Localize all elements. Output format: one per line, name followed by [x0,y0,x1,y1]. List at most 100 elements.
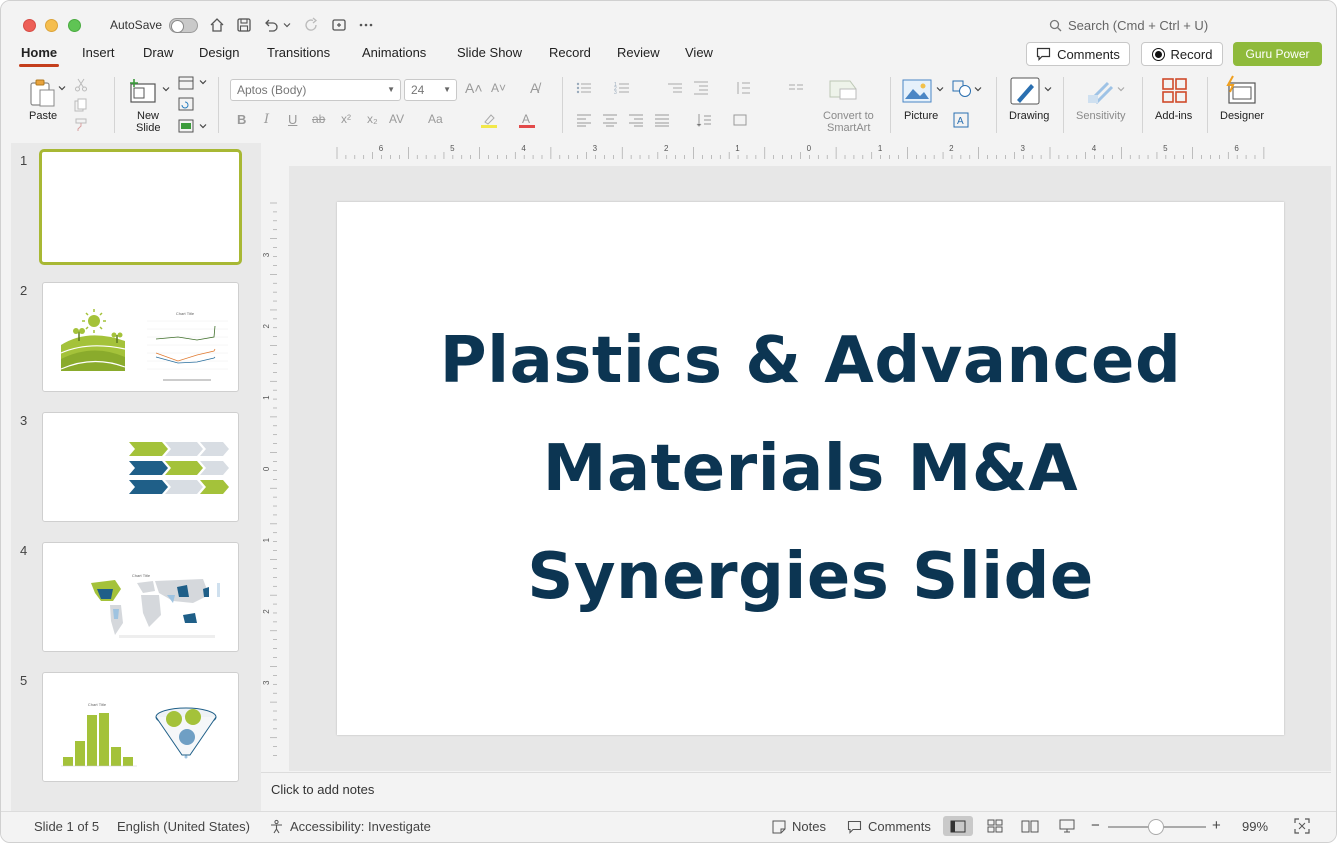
tab-transitions[interactable]: Transitions [267,45,330,60]
tab-view[interactable]: View [685,45,713,60]
tab-slide-show[interactable]: Slide Show [457,45,522,60]
copy-icon[interactable] [73,97,89,113]
tab-home[interactable]: Home [18,45,60,67]
shapes-dropdown-icon[interactable] [974,85,982,93]
font-color-icon[interactable]: A [517,111,537,129]
comments-button[interactable]: Comments [1026,42,1130,66]
drawing-icon[interactable] [1008,75,1042,107]
present-icon[interactable] [330,16,348,34]
minimize-window-button[interactable] [45,19,58,32]
accessibility-icon [271,819,282,834]
slide-title[interactable]: Plastics & Advanced Materials M&A Synerg… [411,307,1211,631]
slide-thumbnail-4[interactable]: Chart Title [42,542,239,652]
shapes-icon[interactable] [951,79,973,99]
undo-icon[interactable] [262,16,280,34]
cut-icon[interactable] [73,77,89,93]
justify-icon[interactable] [653,112,671,128]
redo-icon[interactable] [303,16,321,34]
text-direction-icon[interactable] [695,112,713,128]
new-slide-icon[interactable] [127,76,159,108]
paste-dropdown-icon[interactable] [58,84,66,92]
text-box-icon[interactable]: A [952,111,970,129]
smartart-icon[interactable] [827,78,861,102]
section-dropdown-icon[interactable] [199,122,207,130]
align-center-icon[interactable] [601,112,619,128]
new-slide-dropdown-icon[interactable] [162,85,170,93]
strikethrough-icon[interactable]: ab [312,112,325,126]
picture-icon[interactable] [901,77,933,105]
bullets-icon[interactable] [575,80,593,96]
close-window-button[interactable] [23,19,36,32]
decrease-font-icon[interactable]: A˅ [491,81,506,95]
superscript-icon[interactable]: x² [341,112,351,126]
font-name-select[interactable]: Aptos (Body) ▼ [230,79,401,101]
zoom-level[interactable]: 99% [1242,819,1268,834]
record-button[interactable]: Record [1141,42,1223,66]
save-icon[interactable] [235,16,253,34]
sensitivity-dropdown-icon[interactable] [1117,85,1125,93]
tab-animations[interactable]: Animations [362,45,426,60]
section-icon[interactable] [177,118,195,134]
italic-icon[interactable]: I [264,112,269,127]
guru-power-button[interactable]: Guru Power [1233,42,1322,66]
notes-pane[interactable]: Click to add notes [261,772,1331,810]
search-box[interactable]: Search (Cmd + Ctrl + U) [1049,18,1208,33]
normal-view-button[interactable] [943,816,973,836]
layout-dropdown-icon[interactable] [199,78,207,86]
home-icon[interactable] [208,16,226,34]
accessibility-button[interactable]: Accessibility: Investigate [269,819,431,834]
drawing-dropdown-icon[interactable] [1044,85,1052,93]
language-indicator[interactable]: English (United States) [117,819,250,834]
reading-view-button[interactable] [1015,816,1045,836]
bold-icon[interactable]: B [237,112,246,127]
reset-icon[interactable] [177,96,195,112]
slide-thumbnail-1[interactable] [39,149,242,265]
tab-record[interactable]: Record [549,45,591,60]
format-painter-icon[interactable] [73,117,89,133]
subscript-icon[interactable]: x₂ [367,112,378,126]
decrease-indent-icon[interactable] [666,80,684,96]
comments-toggle-button[interactable]: Comments [847,819,931,834]
slide-title-line: Materials M&A [542,431,1079,506]
layout-icon[interactable] [177,75,195,91]
slide-thumbnail-5[interactable]: Chart Title [42,672,239,782]
sensitivity-icon[interactable] [1084,75,1116,107]
tab-insert[interactable]: Insert [82,45,115,60]
addins-icon[interactable] [1159,76,1191,106]
tab-review[interactable]: Review [617,45,660,60]
clear-format-icon[interactable]: A̸ [530,80,539,96]
tab-draw[interactable]: Draw [143,45,173,60]
slide-sorter-view-button[interactable] [980,816,1010,836]
designer-icon[interactable] [1224,74,1258,106]
current-slide[interactable]: Plastics & Advanced Materials M&A Synerg… [337,202,1284,735]
slide-title-line: Synergies Slide [527,539,1094,614]
slideshow-view-button[interactable] [1052,816,1082,836]
picture-dropdown-icon[interactable] [936,85,944,93]
slide-thumbnail-2[interactable]: Chart Title [42,282,239,392]
align-text-icon[interactable] [732,112,750,128]
zoom-slider-thumb[interactable] [1148,819,1164,835]
tab-design[interactable]: Design [199,45,239,60]
paste-icon[interactable] [25,77,59,109]
highlight-icon[interactable] [479,111,499,129]
line-spacing-icon[interactable] [734,80,752,96]
undo-dropdown-icon[interactable] [282,16,292,34]
numbering-icon[interactable]: 123 [613,80,631,96]
increase-indent-icon[interactable] [692,80,710,96]
autosave-toggle[interactable] [169,18,198,33]
notes-toggle-button[interactable]: Notes [772,819,826,834]
fit-to-window-button[interactable] [1287,816,1317,836]
align-left-icon[interactable] [575,112,593,128]
more-icon[interactable] [357,16,375,34]
zoom-out-button[interactable]: − [1091,817,1100,834]
increase-font-icon[interactable]: A˄ [465,80,483,96]
align-right-icon[interactable] [627,112,645,128]
underline-icon[interactable]: U [288,112,297,127]
slide-thumbnail-3[interactable] [42,412,239,522]
zoom-in-button[interactable]: + [1212,817,1221,834]
change-case-icon[interactable]: Aa [428,112,443,126]
zoom-window-button[interactable] [68,19,81,32]
character-spacing-icon[interactable]: AV [389,112,404,126]
columns-icon[interactable] [787,80,805,96]
font-size-select[interactable]: 24 ▼ [404,79,457,101]
